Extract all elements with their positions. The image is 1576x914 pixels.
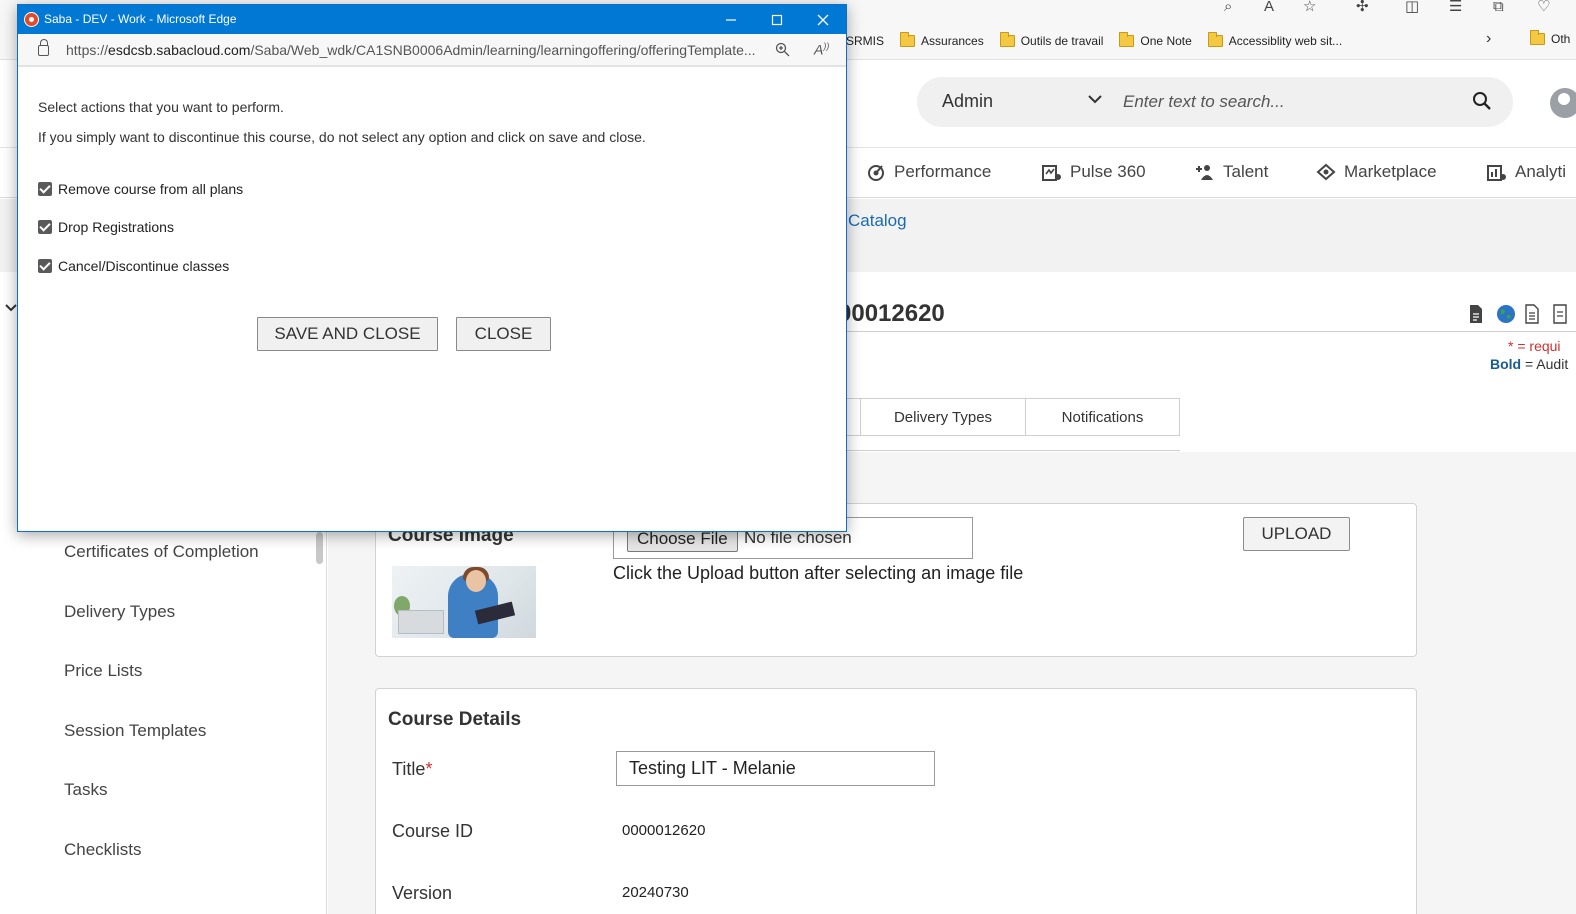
document-icon[interactable] [1468, 304, 1486, 324]
version-value: 20240730 [622, 884, 689, 901]
sidebar-item-checklists[interactable]: Checklists [64, 840, 141, 860]
folder-icon [1207, 32, 1223, 47]
sidebar-item-price-lists[interactable]: Price Lists [64, 661, 142, 681]
bold-legend: Bold = Audit [1490, 356, 1569, 372]
breadcrumb-catalog-link[interactable]: Catalog [848, 211, 907, 231]
globe-icon[interactable] [1496, 304, 1515, 324]
favorite-star-icon[interactable]: ☆ [1303, 0, 1316, 16]
favorite-assurances[interactable]: Assurances [900, 32, 984, 48]
favorites-bar: SRMIS Assurances Outils de travail One N… [846, 30, 1358, 52]
page-title: 00012620 [838, 300, 945, 327]
sidebar-item-delivery-types[interactable]: Delivery Types [64, 602, 175, 622]
folder-icon [1530, 30, 1545, 45]
nav-talent[interactable]: Talent [1195, 162, 1268, 182]
course-details-heading: Course Details [388, 709, 522, 730]
course-id-label: Course ID [392, 821, 474, 841]
close-button[interactable]: CLOSE [456, 317, 551, 351]
sidebar: Certificates of Completion Delivery Type… [0, 532, 327, 914]
tab-notifications[interactable]: Notifications [1025, 398, 1180, 436]
role-selector[interactable]: Admin [942, 91, 993, 112]
tab-partial[interactable] [846, 398, 861, 436]
save-and-close-button[interactable]: SAVE AND CLOSE [257, 317, 438, 351]
nav-performance[interactable]: Performance [866, 162, 991, 182]
popup-address-bar: https://esdcsb.sabacloud.com/Saba/Web_wd… [18, 34, 846, 67]
version-label: Version [392, 883, 453, 903]
minimize-icon[interactable] [708, 5, 754, 34]
divider [846, 331, 1576, 332]
nav-pulse-360[interactable]: Pulse 360 [1042, 162, 1146, 182]
title-label: Title* [392, 759, 433, 779]
read-aloud-icon[interactable]: A [1264, 0, 1274, 16]
talent-icon [1195, 162, 1215, 182]
upload-button[interactable]: UPLOAD [1243, 517, 1350, 551]
sidebar-item-tasks[interactable]: Tasks [64, 780, 107, 800]
tab-delivery-types[interactable]: Delivery Types [860, 398, 1026, 436]
split-screen-icon[interactable]: ◫ [1405, 0, 1419, 16]
favorite-srmis[interactable]: SRMIS [846, 34, 884, 48]
course-id-value: 0000012620 [622, 822, 706, 839]
course-thumbnail [392, 566, 536, 638]
favorite-onenote[interactable]: One Note [1119, 32, 1192, 48]
lock-icon[interactable] [38, 39, 49, 56]
zoom-icon[interactable] [775, 42, 790, 60]
folder-icon [900, 32, 916, 47]
chevron-down-icon[interactable] [4, 300, 18, 318]
list-icon[interactable] [1552, 304, 1570, 324]
search-input[interactable] [1123, 88, 1453, 116]
page-toolbar [1468, 304, 1570, 324]
discontinue-popup-window: Saba - DEV - Work - Microsoft Edge https… [17, 4, 847, 532]
favorites-more-chevron-icon[interactable]: › [1486, 30, 1491, 48]
required-legend: * = requi [1508, 338, 1561, 354]
title-field[interactable] [616, 751, 935, 786]
upload-hint: Click the Upload button after selecting … [613, 563, 1024, 583]
popup-instruction-note: If you simply want to discontinue this c… [38, 129, 646, 145]
popup-body: Select actions that you want to perform.… [18, 67, 846, 531]
sidebar-item-certificates[interactable]: Certificates of Completion [64, 542, 259, 562]
close-icon[interactable] [800, 5, 846, 34]
chevron-down-icon[interactable] [1087, 91, 1103, 109]
saba-favicon-icon [24, 12, 39, 27]
option-cancel-classes[interactable]: Cancel/Discontinue classes [38, 258, 229, 274]
sidebar-item-session-templates[interactable]: Session Templates [64, 721, 206, 741]
option-remove-from-plans[interactable]: Remove course from all plans [38, 181, 243, 197]
analytics-icon [1487, 162, 1507, 182]
course-details-card [375, 688, 1417, 914]
maximize-icon[interactable] [754, 5, 800, 34]
folder-icon [999, 32, 1015, 47]
favorites-list-icon[interactable]: ☰ [1449, 0, 1462, 16]
extensions-icon[interactable]: ✣ [1356, 0, 1369, 16]
collections-icon[interactable]: ⧉ [1493, 0, 1504, 16]
read-aloud-icon[interactable]: A)) [814, 41, 829, 58]
nav-marketplace[interactable]: Marketplace [1316, 162, 1437, 182]
favorite-other[interactable]: Oth [1530, 30, 1570, 46]
zoom-icon[interactable]: ⌕ [1224, 0, 1232, 16]
option-drop-registrations[interactable]: Drop Registrations [38, 219, 174, 235]
performance-icon [866, 162, 886, 182]
search-icon[interactable] [1472, 91, 1492, 111]
folder-icon [1119, 32, 1135, 47]
pulse-icon [1042, 162, 1062, 182]
report-icon[interactable] [1524, 304, 1542, 324]
checkbox-checked[interactable] [38, 182, 52, 196]
sidebar-scrollbar[interactable] [316, 532, 323, 564]
popup-window-title: Saba - DEV - Work - Microsoft Edge [44, 12, 237, 26]
browser-essentials-icon[interactable]: ♡ [1537, 0, 1550, 16]
checkbox-checked[interactable] [38, 259, 52, 273]
divider [846, 450, 1180, 451]
popup-instruction: Select actions that you want to perform. [38, 99, 284, 115]
checkbox-checked[interactable] [38, 220, 52, 234]
favorite-outils[interactable]: Outils de travail [999, 32, 1103, 48]
global-search: Admin [917, 77, 1513, 127]
marketplace-icon [1316, 162, 1336, 182]
favorite-accessibility[interactable]: Accessiblity web sit... [1207, 32, 1342, 48]
required-star: * [425, 759, 433, 779]
nav-analytics[interactable]: Analyti [1487, 162, 1566, 182]
avatar[interactable] [1550, 88, 1576, 118]
popup-url[interactable]: https://esdcsb.sabacloud.com/Saba/Web_wd… [66, 42, 758, 58]
popup-titlebar[interactable]: Saba - DEV - Work - Microsoft Edge [18, 5, 846, 34]
